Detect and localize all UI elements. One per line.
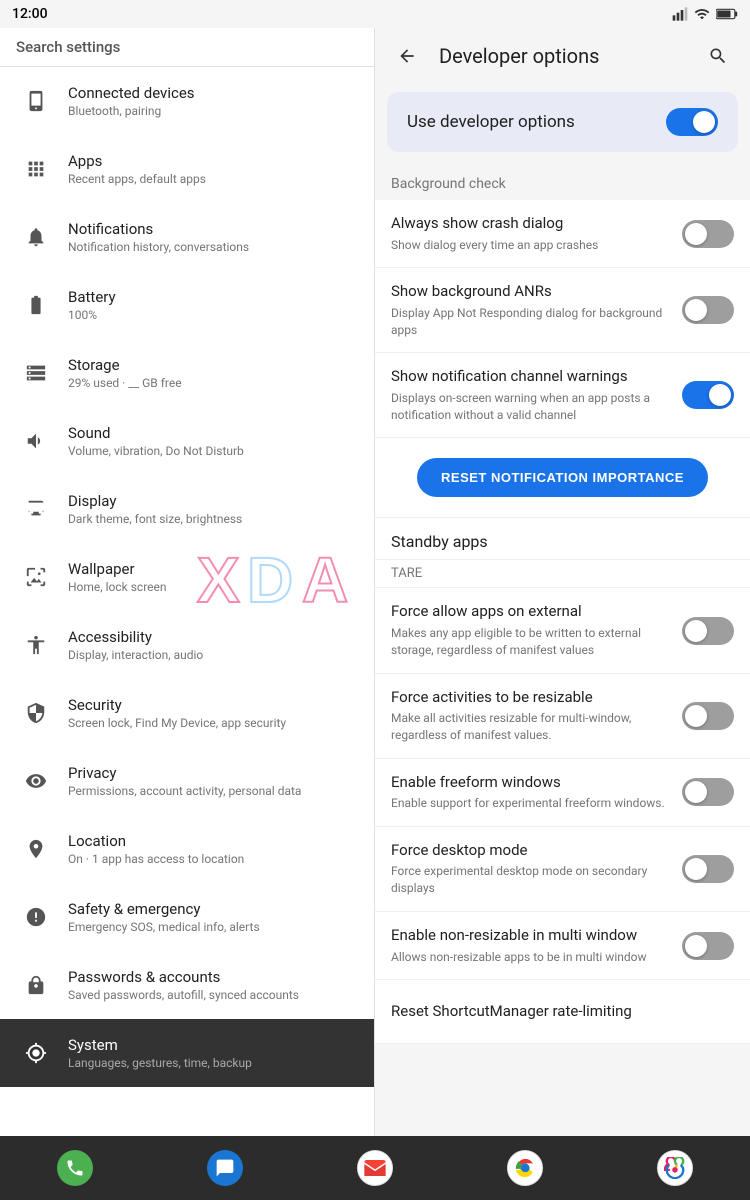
- freeform-windows-toggle[interactable]: [682, 778, 734, 806]
- nav-photos[interactable]: [653, 1146, 697, 1190]
- connected-devices-icon: [16, 81, 56, 121]
- back-button[interactable]: [391, 40, 423, 72]
- status-icons: [672, 6, 738, 22]
- sidebar-item-privacy[interactable]: Privacy Permissions, account activity, p…: [0, 747, 374, 815]
- display-icon: [16, 489, 56, 529]
- accessibility-icon: [16, 625, 56, 665]
- desktop-mode-setting[interactable]: Force desktop mode Force experimental de…: [375, 827, 750, 912]
- sound-icon: [16, 421, 56, 461]
- crash-dialog-toggle[interactable]: [682, 220, 734, 248]
- safety-icon: [16, 897, 56, 937]
- apps-icon: [16, 149, 56, 189]
- use-developer-toggle[interactable]: [666, 108, 718, 136]
- freeform-windows-setting[interactable]: Enable freeform windows Enable support f…: [375, 759, 750, 827]
- sidebar-item-security[interactable]: Security Screen lock, Find My Device, ap…: [0, 679, 374, 747]
- battery-settings-icon: [16, 285, 56, 325]
- nav-phone[interactable]: [53, 1146, 97, 1190]
- sidebar-item-sound[interactable]: Sound Volume, vibration, Do Not Disturb: [0, 407, 374, 475]
- security-icon: [16, 693, 56, 733]
- sidebar-item-connected-devices[interactable]: Connected devices Bluetooth, pairing: [0, 67, 374, 135]
- dev-search-button[interactable]: [702, 40, 734, 72]
- bottom-nav: [0, 1136, 750, 1200]
- system-icon: [16, 1033, 56, 1073]
- wallpaper-icon: [16, 557, 56, 597]
- nav-messages[interactable]: [203, 1146, 247, 1190]
- nav-gmail[interactable]: [353, 1146, 397, 1190]
- notification-channel-warnings-toggle[interactable]: [682, 381, 734, 409]
- sidebar-item-passwords[interactable]: Passwords & accounts Saved passwords, au…: [0, 951, 374, 1019]
- sidebar-item-accessibility[interactable]: Accessibility Display, interaction, audi…: [0, 611, 374, 679]
- reset-notification-button[interactable]: RESET NOTIFICATION IMPORTANCE: [417, 458, 708, 497]
- battery-icon: [716, 8, 738, 20]
- nav-chrome[interactable]: [503, 1146, 547, 1190]
- shortcut-rate-limit-setting[interactable]: Reset ShortcutManager rate-limiting: [375, 980, 750, 1044]
- dev-options-title: Developer options: [439, 44, 686, 68]
- desktop-mode-toggle[interactable]: [682, 855, 734, 883]
- crash-dialog-setting[interactable]: Always show crash dialog Show dialog eve…: [375, 200, 750, 268]
- developer-options-panel: Developer options Use developer options …: [375, 28, 750, 1136]
- passwords-icon: [16, 965, 56, 1005]
- dev-options-header: Developer options: [375, 28, 750, 84]
- main-layout: Search settings Connected devices Blueto…: [0, 28, 750, 1136]
- sidebar-item-display[interactable]: Display Dark theme, font size, brightnes…: [0, 475, 374, 543]
- notifications-icon: [16, 217, 56, 257]
- sidebar-item-storage[interactable]: Storage 29% used · __ GB free: [0, 339, 374, 407]
- sidebar-item-location[interactable]: Location On · 1 app has access to locati…: [0, 815, 374, 883]
- storage-icon: [16, 353, 56, 393]
- notification-channel-warnings-setting[interactable]: Show notification channel warnings Displ…: [375, 353, 750, 438]
- use-developer-options-card: Use developer options: [387, 92, 738, 152]
- sidebar: Search settings Connected devices Blueto…: [0, 28, 375, 1136]
- sidebar-item-wallpaper[interactable]: Wallpaper Home, lock screen: [0, 543, 374, 611]
- standby-apps-header: Standby apps: [375, 518, 750, 560]
- use-developer-label: Use developer options: [407, 112, 575, 132]
- background-check-header: Background check: [375, 160, 750, 200]
- search-settings[interactable]: Search settings: [0, 28, 374, 67]
- sidebar-item-apps[interactable]: Apps Recent apps, default apps: [0, 135, 374, 203]
- sidebar-item-safety[interactable]: Safety & emergency Emergency SOS, medica…: [0, 883, 374, 951]
- sidebar-item-system[interactable]: System Languages, gestures, time, backup: [0, 1019, 374, 1087]
- background-anrs-setting[interactable]: Show background ANRs Display App Not Res…: [375, 268, 750, 353]
- tare-label: TARE: [375, 560, 750, 588]
- status-bar: 12:00: [0, 0, 750, 28]
- force-external-setting[interactable]: Force allow apps on external Makes any a…: [375, 588, 750, 673]
- force-external-toggle[interactable]: [682, 617, 734, 645]
- resizable-activities-toggle[interactable]: [682, 702, 734, 730]
- location-icon: [16, 829, 56, 869]
- non-resizable-multi-setting[interactable]: Enable non-resizable in multi window All…: [375, 912, 750, 980]
- reset-notification-container: RESET NOTIFICATION IMPORTANCE: [375, 438, 750, 518]
- sidebar-item-notifications[interactable]: Notifications Notification history, conv…: [0, 203, 374, 271]
- non-resizable-multi-toggle[interactable]: [682, 932, 734, 960]
- signal-icon: [672, 6, 688, 22]
- wifi-icon: [694, 6, 710, 22]
- background-anrs-toggle[interactable]: [682, 296, 734, 324]
- resizable-activities-setting[interactable]: Force activities to be resizable Make al…: [375, 674, 750, 759]
- sidebar-item-battery[interactable]: Battery 100%: [0, 271, 374, 339]
- privacy-icon: [16, 761, 56, 801]
- status-time: 12:00: [12, 6, 48, 22]
